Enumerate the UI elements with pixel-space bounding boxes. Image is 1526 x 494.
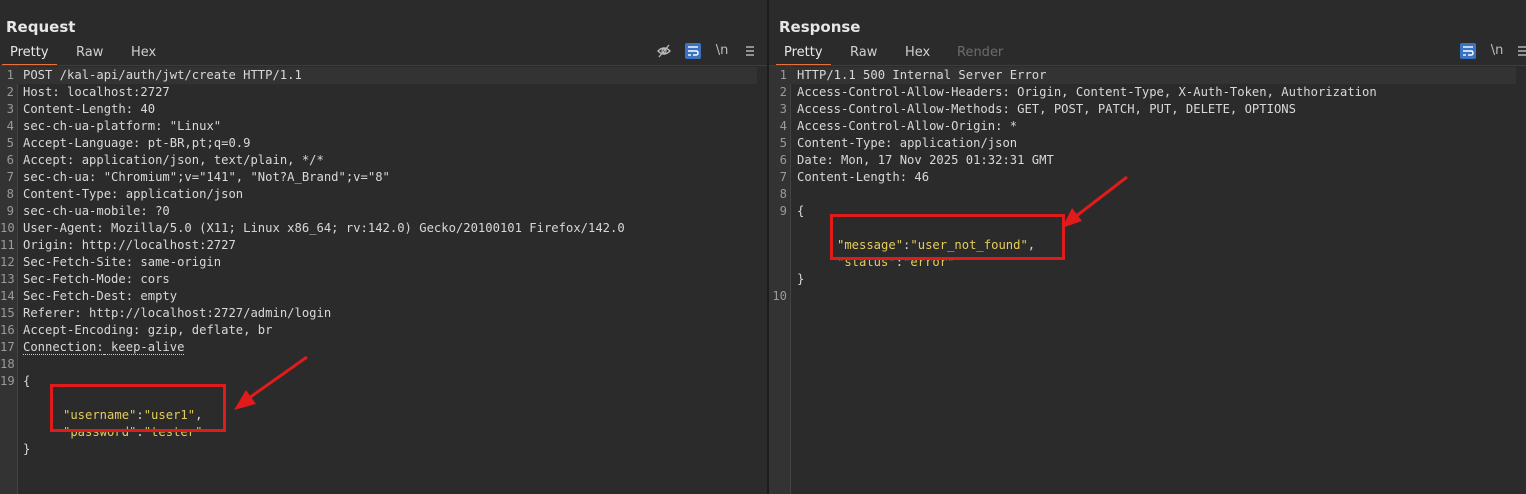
request-panel: Request Pretty Raw Hex \n 1 POST /kal-api… — [0, 0, 767, 494]
response-panel: Response Pretty Raw Hex Render \n 1 HTTP/… — [769, 0, 1526, 494]
red-arrow-icon — [1062, 175, 1128, 228]
red-arrow-icon — [234, 355, 308, 410]
